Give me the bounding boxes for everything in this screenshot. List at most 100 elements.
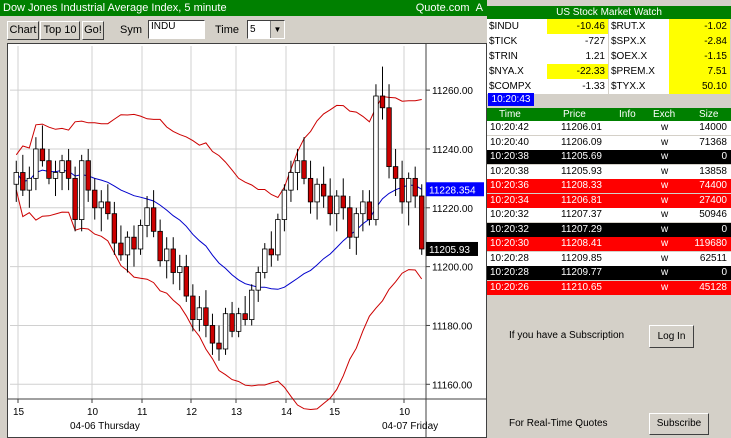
- watch-symbol[interactable]: $INDU: [487, 19, 547, 34]
- time-label: Time: [215, 24, 240, 36]
- candle-body: [131, 236, 137, 250]
- trades-header-price: Price: [563, 109, 586, 120]
- candle-body: [347, 207, 353, 238]
- candle-body: [216, 342, 222, 350]
- trade-time: 10:20:38: [490, 165, 529, 177]
- watch-value: -10.46: [547, 19, 608, 34]
- candle-body: [399, 177, 405, 203]
- subscribe-button[interactable]: Subscribe: [649, 413, 709, 435]
- trade-size: 14000: [699, 122, 727, 133]
- trade-size: 74400: [699, 180, 727, 191]
- trade-size: 45128: [699, 281, 727, 293]
- watch-value: -1.33: [547, 79, 608, 94]
- candle-body: [137, 225, 144, 250]
- candle-body: [65, 160, 72, 179]
- watch-symbol[interactable]: $TYX.X: [609, 79, 669, 94]
- trade-price: 11209.85: [561, 252, 602, 264]
- candle-body: [164, 248, 170, 262]
- trade-row: 10:20:32 11207.37 w 50946: [487, 208, 731, 222]
- time-select-value: 5: [250, 24, 256, 35]
- ma-value-label: 11228.354: [429, 185, 476, 196]
- chart-button[interactable]: Chart: [7, 21, 39, 40]
- watch-value: 1.21: [547, 49, 608, 64]
- trades-header-time: Time: [499, 109, 521, 120]
- time-interval-select[interactable]: 5 ▼: [247, 20, 285, 39]
- trade-row: 10:20:26 11210.65 w 45128: [487, 280, 731, 295]
- watch-symbol[interactable]: $RUT.X: [609, 19, 669, 34]
- trade-exch: w: [661, 194, 669, 206]
- x-tick-label: 11: [137, 407, 148, 418]
- login-button[interactable]: Log In: [649, 325, 694, 348]
- trade-size: 13858: [699, 165, 727, 177]
- x-tick-label: 10: [87, 407, 99, 418]
- trade-row: 10:20:34 11206.81 w 27400: [487, 193, 731, 208]
- trade-size: 119680: [694, 238, 727, 249]
- candle-body: [268, 248, 274, 256]
- trade-row: 10:20:38 11205.69 w 0: [487, 150, 731, 164]
- trade-row: 10:20:42 11206.01 w 14000: [487, 121, 731, 135]
- watch-symbol[interactable]: $PREM.X: [609, 64, 669, 79]
- candle-body: [46, 160, 52, 179]
- realtime-text: For Real-Time Quotes: [509, 418, 608, 429]
- watch-row: $TICK -727 $SPX.X -2.84: [487, 34, 731, 49]
- candle-body: [275, 219, 281, 256]
- x-tick-label: 10: [399, 407, 411, 418]
- candlestick-chart[interactable]: 11260.00 11240.00 11220.00 11200.00 11180.00…: [7, 43, 487, 438]
- candle-body: [203, 307, 209, 326]
- chart-title: Dow Jones Industrial Average Index, 5 mi…: [3, 2, 227, 14]
- trade-time: 10:20:42: [490, 122, 529, 133]
- x-tick-label: 15: [13, 407, 25, 418]
- trade-time: 10:20:32: [490, 209, 529, 220]
- candle-body: [13, 172, 19, 185]
- watch-row: $COMPX -1.33 $TYX.X 50.10: [487, 79, 731, 94]
- watch-symbol[interactable]: $TRIN: [487, 49, 547, 64]
- trade-row: 10:20:40 11206.09 w 71368: [487, 135, 731, 150]
- candle-body: [183, 266, 189, 297]
- symbol-input[interactable]: INDU: [148, 20, 205, 39]
- chart-source: Quote.com A: [415, 2, 483, 14]
- candle-body: [78, 160, 85, 220]
- market-watch-panel: US Stock Market Watch $INDU -10.46 $RUT.X -…: [487, 0, 731, 438]
- watch-symbol[interactable]: $SPX.X: [609, 34, 669, 49]
- trade-exch: w: [661, 281, 669, 293]
- candle-body: [98, 201, 104, 209]
- candle-body: [229, 313, 235, 332]
- candle-body: [20, 172, 26, 191]
- trade-row: 10:20:30 11208.41 w 119680: [487, 237, 731, 251]
- candle-body: [366, 201, 373, 220]
- candle-body: [85, 160, 91, 191]
- watch-value: -1.15: [669, 49, 730, 64]
- y-tick-label: 11200.00: [432, 263, 473, 274]
- y-tick-label: 11240.00: [432, 145, 473, 156]
- candle-body: [379, 95, 386, 109]
- candle-body: [327, 195, 333, 215]
- trade-price: 11209.77: [561, 267, 602, 278]
- chevron-down-icon[interactable]: ▼: [270, 21, 284, 38]
- candle-body: [281, 189, 288, 220]
- trades-header: Time Price Info Exch Size: [487, 108, 731, 121]
- trade-time: 10:20:28: [490, 252, 529, 264]
- candle-body: [235, 313, 242, 332]
- watch-symbol[interactable]: $COMPX: [487, 79, 547, 94]
- watch-value: -2.84: [669, 34, 730, 49]
- watch-row: $NYA.X -22.33 $PREM.X 7.51: [487, 64, 731, 79]
- trade-exch: w: [661, 267, 669, 278]
- trade-exch: w: [661, 180, 669, 191]
- watch-symbol[interactable]: $OEX.X: [609, 49, 669, 64]
- trade-time: 10:20:32: [490, 223, 529, 235]
- candle-body: [386, 107, 392, 168]
- x-tick-label: 13: [231, 407, 243, 418]
- candle-body: [118, 242, 124, 256]
- trade-price: 11207.29: [561, 223, 602, 235]
- candle-body: [412, 177, 418, 197]
- candle-body: [288, 172, 294, 191]
- watch-symbol[interactable]: $TICK: [487, 34, 547, 49]
- top10-button[interactable]: Top 10: [40, 21, 80, 40]
- candle-body: [33, 148, 39, 179]
- watch-symbol[interactable]: $NYA.X: [487, 64, 547, 79]
- trade-time: 10:20:40: [490, 136, 529, 148]
- candle-body: [39, 148, 46, 162]
- candle-body: [373, 95, 379, 220]
- x-tick-label: 12: [186, 407, 198, 418]
- go-button[interactable]: Go!: [82, 21, 104, 40]
